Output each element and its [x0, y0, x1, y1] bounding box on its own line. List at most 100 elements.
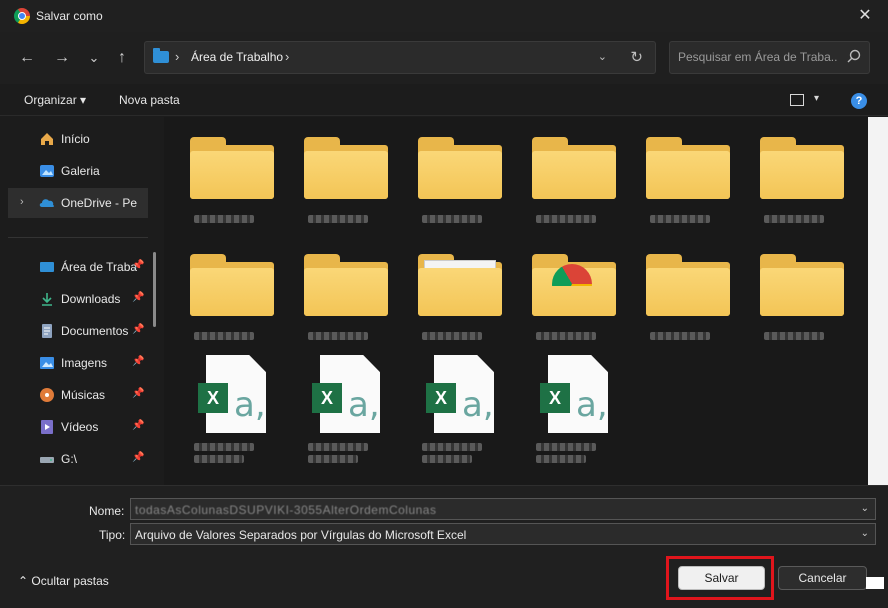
video-icon — [41, 420, 53, 434]
blurred-folder-name — [194, 332, 254, 340]
folder-item[interactable] — [392, 117, 502, 227]
sidebar-item-galeria[interactable]: Galeria — [8, 156, 148, 186]
blurred-folder-name — [422, 215, 482, 223]
folder-icon — [532, 137, 616, 199]
file-name-field[interactable]: todasAsColunasDSUPVIKI-3055AlterOrdemCol… — [130, 498, 876, 520]
sidebar-item-label: OneDrive - Pessoal — [61, 196, 137, 210]
sidebar-item-inicio[interactable]: Início — [8, 124, 148, 154]
sidebar-item-downloads[interactable]: Downloads 📌 — [8, 284, 148, 314]
breadcrumb-desktop[interactable]: Área de Trabalho — [191, 50, 283, 64]
folder-icon — [304, 254, 388, 316]
blurred-file-name — [308, 455, 358, 463]
file-list: Xa, Xa, Xa, Xa, — [164, 117, 868, 485]
folder-item[interactable] — [278, 234, 388, 344]
folder-icon — [646, 254, 730, 316]
blurred-file-name — [422, 443, 482, 451]
sidebar-item-musicas[interactable]: Músicas 📌 — [8, 380, 148, 410]
sidebar-item-onedrive[interactable]: › OneDrive - Pessoal — [8, 188, 148, 218]
folder-item[interactable] — [164, 117, 274, 227]
excel-csv-icon: Xa, — [540, 355, 608, 433]
file-type-select[interactable]: Arquivo de Valores Separados por Vírgula… — [130, 523, 876, 545]
blurred-file-name — [194, 443, 254, 451]
sidebar-item-label: Galeria — [61, 164, 100, 178]
address-bar[interactable]: › Área de Trabalho › ⌄ ↻ — [144, 41, 656, 74]
csv-file-item[interactable]: Xa, — [506, 351, 616, 463]
folder-item[interactable] — [506, 117, 616, 227]
sidebar-item-documentos[interactable]: Documentos 📌 — [8, 316, 148, 346]
refresh-icon[interactable]: ↻ — [630, 48, 643, 66]
up-arrow-icon[interactable]: ↑ — [110, 46, 134, 70]
desktop-icon — [40, 262, 54, 272]
type-label: Tipo: — [99, 528, 126, 542]
help-icon[interactable]: ? — [851, 93, 867, 109]
organize-menu[interactable]: Organizar ▾ — [24, 93, 86, 107]
address-dropdown-icon[interactable]: ⌄ — [598, 50, 607, 63]
folder-item[interactable] — [620, 234, 730, 344]
sidebar-item-label: Documentos — [61, 324, 129, 338]
command-toolbar: Organizar ▾ Nova pasta ▾ ? — [0, 84, 888, 116]
gallery-icon — [40, 165, 54, 177]
save-button[interactable]: Salvar — [678, 566, 765, 590]
sidebar-scrollbar[interactable] — [153, 252, 156, 327]
folder-item[interactable] — [392, 234, 502, 344]
file-name-value[interactable]: todasAsColunasDSUPVIKI-3055AlterOrdemCol… — [135, 503, 436, 517]
sidebar-item-label: G:\ — [61, 452, 78, 466]
search-box[interactable] — [669, 41, 870, 74]
search-icon[interactable] — [847, 49, 861, 63]
folder-item[interactable] — [278, 117, 388, 227]
pin-icon: 📌 — [132, 388, 145, 399]
back-arrow-icon[interactable]: ← — [15, 46, 39, 70]
sidebar-item-imagens[interactable]: Imagens 📌 — [8, 348, 148, 378]
excel-csv-icon: Xa, — [426, 355, 494, 433]
sidebar-item-g-drive[interactable]: G:\ 📌 — [8, 444, 148, 474]
close-icon[interactable]: ✕ — [852, 4, 878, 28]
forward-arrow-icon[interactable]: → — [50, 46, 74, 70]
folder-icon — [418, 254, 502, 316]
excel-csv-icon: Xa, — [312, 355, 380, 433]
expand-chevron-icon[interactable]: › — [20, 196, 24, 208]
sidebar-item-label: Músicas — [61, 388, 106, 402]
folder-item[interactable] — [734, 117, 844, 227]
new-folder-button[interactable]: Nova pasta — [119, 93, 180, 107]
file-type-value[interactable]: Arquivo de Valores Separados por Vírgula… — [135, 528, 466, 542]
type-dropdown-icon[interactable]: ⌄ — [861, 528, 869, 539]
blurred-folder-name — [308, 215, 368, 223]
folder-icon — [190, 254, 274, 316]
sidebar-item-label: Downloads — [61, 292, 121, 306]
blurred-file-name — [422, 455, 472, 463]
view-layout-icon[interactable] — [790, 94, 804, 106]
cancel-button[interactable]: Cancelar — [778, 566, 867, 590]
excel-csv-icon: Xa, — [198, 355, 266, 433]
home-icon — [41, 133, 53, 145]
pictures-icon — [40, 357, 54, 369]
csv-file-item[interactable]: Xa, — [278, 351, 388, 463]
sidebar-item-area-de-trabalho[interactable]: Área de Trabalho 📌 — [8, 252, 148, 282]
blurred-file-name — [308, 443, 368, 451]
pin-icon: 📌 — [132, 292, 145, 303]
pin-icon: 📌 — [132, 452, 145, 463]
hide-folders-toggle[interactable]: ⌃ Ocultar pastas — [18, 574, 109, 588]
csv-file-item[interactable]: Xa, — [392, 351, 502, 463]
folder-item[interactable] — [164, 234, 274, 344]
chrome-logo-icon — [14, 8, 30, 24]
sidebar-item-label: Início — [61, 132, 90, 146]
recent-locations-chevron-icon[interactable]: ⌄ — [82, 46, 106, 70]
breadcrumb-chevron-icon[interactable]: › — [285, 49, 289, 64]
csv-file-item[interactable]: Xa, — [164, 351, 274, 463]
search-input[interactable] — [678, 50, 838, 64]
view-dropdown-icon[interactable]: ▾ — [814, 93, 819, 104]
documents-icon — [42, 324, 52, 338]
blurred-folder-name — [422, 332, 482, 340]
name-dropdown-icon[interactable]: ⌄ — [861, 503, 869, 514]
background-window-edge — [868, 117, 888, 485]
folder-icon — [532, 254, 616, 316]
sidebar-item-label: Imagens — [61, 356, 108, 370]
title-bar: Salvar como ✕ — [0, 0, 888, 32]
sidebar-item-label: Área de Trabalho — [61, 260, 137, 274]
background-window-fragment — [866, 577, 884, 589]
blurred-folder-name — [650, 215, 710, 223]
folder-item[interactable] — [620, 117, 730, 227]
folder-item[interactable] — [734, 234, 844, 344]
folder-item[interactable] — [506, 234, 616, 344]
sidebar-item-videos[interactable]: Vídeos 📌 — [8, 412, 148, 442]
